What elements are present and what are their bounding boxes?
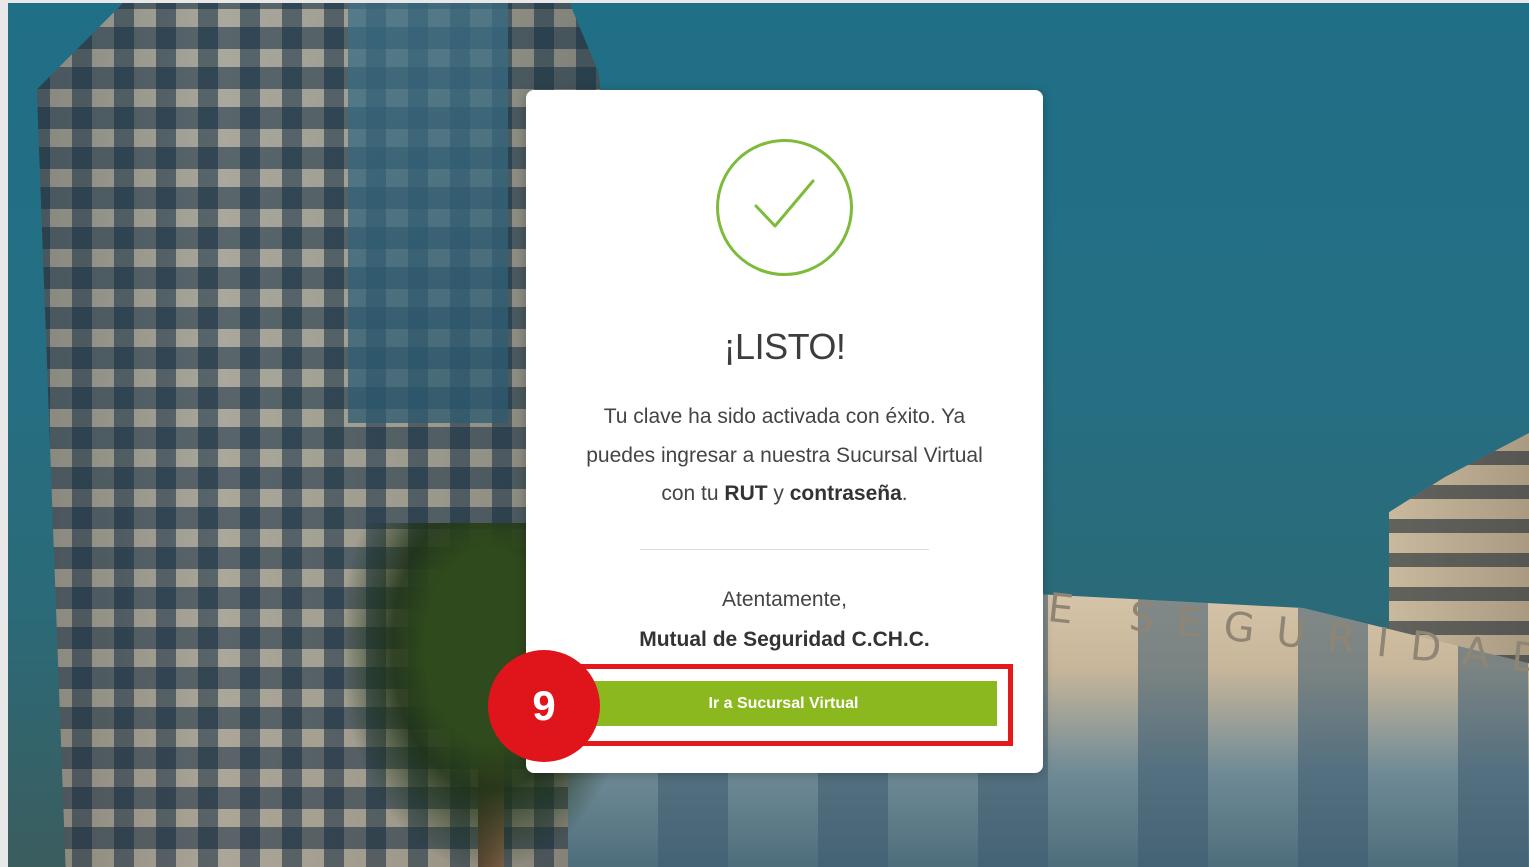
- tower-glass-facade: [348, 3, 508, 423]
- regards-text: Atentamente,: [722, 588, 847, 611]
- step-number-badge: 9: [488, 650, 600, 762]
- message-text-join: y: [767, 482, 790, 505]
- divider: [640, 549, 929, 550]
- message-text-end: .: [901, 482, 908, 505]
- message-rut: RUT: [724, 482, 768, 505]
- annotation-highlight-box: [570, 664, 1013, 746]
- signature-text: Mutual de Seguridad C.CH.C.: [639, 628, 930, 651]
- success-title: ¡LISTO!: [723, 326, 846, 367]
- check-circle-icon: [716, 139, 853, 276]
- message-password: contraseña: [789, 482, 902, 505]
- success-message: Tu clave ha sido activada con éxito. Ya …: [576, 398, 993, 514]
